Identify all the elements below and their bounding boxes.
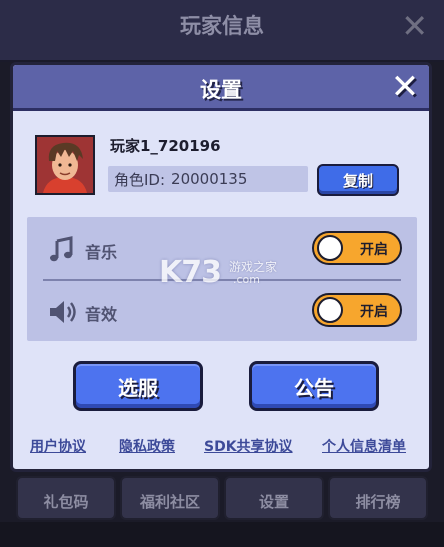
settings-dialog: 设置 ✕ 玩家1_720196 角色ID: 20000135 复制 音乐 开启 xyxy=(10,62,432,472)
sound-toggle-label: 开启 xyxy=(360,304,388,320)
watermark-logo: K73 xyxy=(159,255,222,290)
privacy-policy-link[interactable]: 隐私政策 xyxy=(119,436,175,456)
close-icon[interactable]: ✕ xyxy=(387,69,423,105)
music-note-icon xyxy=(50,236,73,262)
background-title: 玩家信息 xyxy=(180,14,264,38)
settings-header: 设置 ✕ xyxy=(13,65,429,111)
background-footer xyxy=(0,522,444,547)
background-close-icon: ✕ xyxy=(401,7,428,45)
music-toggle[interactable]: 开启 xyxy=(312,231,402,265)
tab-gift-code: 礼包码 xyxy=(16,476,116,520)
speaker-icon xyxy=(50,301,76,323)
tab-leaderboard: 排行榜 xyxy=(328,476,428,520)
tab-settings: 设置 xyxy=(224,476,324,520)
agreement-links: 用户协议 隐私政策 SDK共享协议 个人信息清单 xyxy=(13,436,429,456)
background-tab-bar: 礼包码 福利社区 设置 排行榜 xyxy=(16,476,428,520)
player-portrait-icon xyxy=(37,137,93,193)
site-watermark: K73 游戏之家 .com xyxy=(159,255,299,297)
player-id-label: 角色ID: xyxy=(114,170,166,189)
player-name: 玩家1_720196 xyxy=(110,137,221,155)
personal-info-list-link[interactable]: 个人信息清单 xyxy=(322,436,406,456)
player-id-field: 角色ID: 20000135 xyxy=(108,166,308,192)
tab-welfare-community: 福利社区 xyxy=(120,476,220,520)
background-header: 玩家信息 ✕ xyxy=(0,0,444,62)
announcement-button[interactable]: 公告 xyxy=(249,361,379,411)
settings-title: 设置 xyxy=(200,78,242,102)
sound-label: 音效 xyxy=(85,305,118,324)
select-server-button[interactable]: 选服 xyxy=(73,361,203,411)
player-id-value: 20000135 xyxy=(171,170,248,188)
music-label: 音乐 xyxy=(85,243,118,262)
sound-toggle[interactable]: 开启 xyxy=(312,293,402,327)
watermark-url: .com xyxy=(233,273,260,286)
player-avatar xyxy=(35,135,95,195)
sound-toggle-knob xyxy=(317,297,343,323)
copy-id-button[interactable]: 复制 xyxy=(317,164,399,196)
music-toggle-knob xyxy=(317,235,343,261)
music-toggle-label: 开启 xyxy=(360,242,388,258)
user-agreement-link[interactable]: 用户协议 xyxy=(30,436,86,456)
sdk-sharing-link[interactable]: SDK共享协议 xyxy=(204,436,293,456)
